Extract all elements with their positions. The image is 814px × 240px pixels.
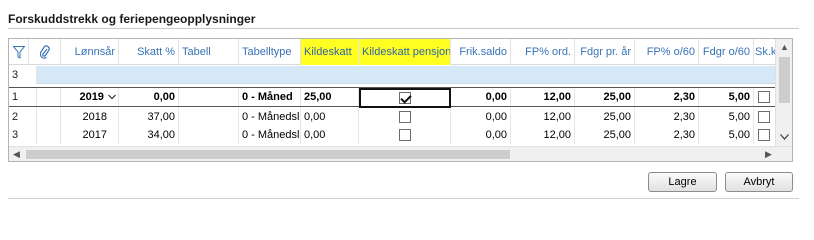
grid-header-row: Lønnsår Skatt % Tabell Tabelltype Kildes…: [9, 39, 792, 65]
row-header: 1: [9, 88, 37, 106]
fp-ord-cell[interactable]: 12,00: [511, 126, 575, 144]
sk-ko-checkbox[interactable]: [758, 111, 770, 123]
col-header-sk-ko[interactable]: Sk.ko: [754, 39, 777, 65]
filter-icon[interactable]: [9, 39, 29, 65]
scroll-right-arrow-icon[interactable]: ▶: [761, 147, 776, 161]
chevron-down-icon[interactable]: [107, 88, 116, 106]
row-header: 2: [9, 108, 37, 126]
sk-ko-checkbox[interactable]: [758, 129, 770, 141]
filter-row[interactable]: 3: [9, 66, 792, 84]
fp-ord-cell[interactable]: 12,00: [511, 108, 575, 126]
attachment-cell[interactable]: [37, 88, 61, 106]
sk-ko-checkbox[interactable]: [758, 91, 770, 103]
tabell-cell[interactable]: [179, 88, 239, 106]
fp-o60-cell[interactable]: 2,30: [635, 108, 699, 126]
col-header-fp-ord[interactable]: FP% ord.: [511, 39, 575, 65]
table-row[interactable]: 3 2017 34,00 0 - Månedsl 0,00 0,00 12,00…: [9, 126, 792, 144]
fdgr-o60-cell[interactable]: 5,00: [699, 88, 754, 106]
col-header-kildeskatt[interactable]: Kildeskatt: [301, 39, 359, 65]
save-button[interactable]: Lagre: [648, 172, 717, 192]
frik-saldo-cell[interactable]: 0,00: [451, 88, 511, 106]
fdgr-pr-ar-cell[interactable]: 25,00: [575, 126, 635, 144]
data-grid[interactable]: Lønnsår Skatt % Tabell Tabelltype Kildes…: [8, 38, 793, 162]
col-header-fdgr-pr-ar[interactable]: Fdgr pr. år: [575, 39, 635, 65]
sk-ko-cell[interactable]: [754, 88, 777, 106]
fdgr-pr-ar-cell[interactable]: 25,00: [575, 88, 635, 106]
tabell-cell[interactable]: [179, 108, 239, 126]
kildeskatt-pensjon-cell[interactable]: [359, 88, 451, 108]
tabelltype-cell[interactable]: 0 - Måned: [239, 88, 301, 106]
kildeskatt-pensjon-checkbox[interactable]: [399, 92, 411, 104]
kildeskatt-pensjon-checkbox[interactable]: [399, 129, 411, 141]
vertical-scroll-thumb[interactable]: [779, 57, 790, 103]
fp-ord-cell[interactable]: 12,00: [511, 88, 575, 106]
col-header-lonnsar[interactable]: Lønnsår: [61, 39, 119, 65]
col-header-tabell[interactable]: Tabell: [179, 39, 239, 65]
col-header-frik-saldo[interactable]: Frik.saldo: [451, 39, 511, 65]
attachment-cell[interactable]: [37, 108, 61, 126]
table-row[interactable]: 2 2018 37,00 0 - Månedsl 0,00 0,00 12,00…: [9, 108, 792, 126]
sk-ko-cell[interactable]: [754, 126, 777, 144]
tabelltype-cell[interactable]: 0 - Månedsl: [239, 108, 301, 126]
fp-o60-cell[interactable]: 2,30: [635, 126, 699, 144]
table-row[interactable]: 1 2019 0,00 0 - Måned 25,00 0,00 12,00 2…: [9, 87, 792, 108]
skatt-cell[interactable]: 34,00: [119, 126, 179, 144]
tabell-cell[interactable]: [179, 126, 239, 144]
horizontal-scroll-thumb[interactable]: [26, 150, 510, 159]
lonnsar-value: 2019: [79, 91, 104, 103]
section-title: Forskuddstrekk og feriepengeopplysninger: [8, 12, 256, 26]
horizontal-scrollbar[interactable]: ◀ ▶: [9, 146, 792, 161]
kildeskatt-pensjon-checkbox[interactable]: [399, 111, 411, 123]
skatt-cell[interactable]: 0,00: [119, 88, 179, 106]
sk-ko-cell[interactable]: [754, 108, 777, 126]
row-header: 3: [9, 66, 37, 84]
col-header-skatt[interactable]: Skatt %: [119, 39, 179, 65]
fdgr-pr-ar-cell[interactable]: 25,00: [575, 108, 635, 126]
frik-saldo-cell[interactable]: 0,00: [451, 126, 511, 144]
scroll-up-arrow-icon[interactable]: ▲: [776, 39, 792, 55]
bottom-divider: [8, 198, 799, 199]
frik-saldo-cell[interactable]: 0,00: [451, 108, 511, 126]
col-header-fp-o60[interactable]: FP% o/60: [635, 39, 699, 65]
col-header-tabelltype[interactable]: Tabelltype: [239, 39, 301, 65]
title-divider: [8, 28, 799, 29]
kildeskatt-pensjon-cell[interactable]: [359, 126, 451, 144]
kildeskatt-cell[interactable]: 0,00: [301, 126, 359, 144]
cancel-button[interactable]: Avbryt: [725, 172, 793, 192]
tabelltype-cell[interactable]: 0 - Månedsl: [239, 126, 301, 144]
kildeskatt-pensjon-cell[interactable]: [359, 108, 451, 126]
vertical-scrollbar[interactable]: ▲: [775, 39, 792, 147]
col-header-kildeskatt-pensjon[interactable]: Kildeskatt pensjon: [359, 39, 451, 65]
kildeskatt-cell[interactable]: 0,00: [301, 108, 359, 126]
col-header-fdgr-o60[interactable]: Fdgr o/60: [699, 39, 754, 65]
lonnsar-cell[interactable]: 2019: [61, 88, 119, 106]
kildeskatt-cell[interactable]: 25,00: [301, 88, 359, 106]
paperclip-icon[interactable]: [29, 39, 61, 65]
fp-o60-cell[interactable]: 2,30: [635, 88, 699, 106]
fdgr-o60-cell[interactable]: 5,00: [699, 108, 754, 126]
fdgr-o60-cell[interactable]: 5,00: [699, 126, 754, 144]
row-header: 3: [9, 126, 37, 144]
attachment-cell[interactable]: [37, 126, 61, 144]
scroll-left-arrow-icon[interactable]: ◀: [9, 147, 24, 161]
lonnsar-cell[interactable]: 2018: [61, 108, 119, 126]
lonnsar-cell[interactable]: 2017: [61, 126, 119, 144]
skatt-cell[interactable]: 37,00: [119, 108, 179, 126]
scroll-down-arrow-icon[interactable]: [776, 129, 792, 145]
